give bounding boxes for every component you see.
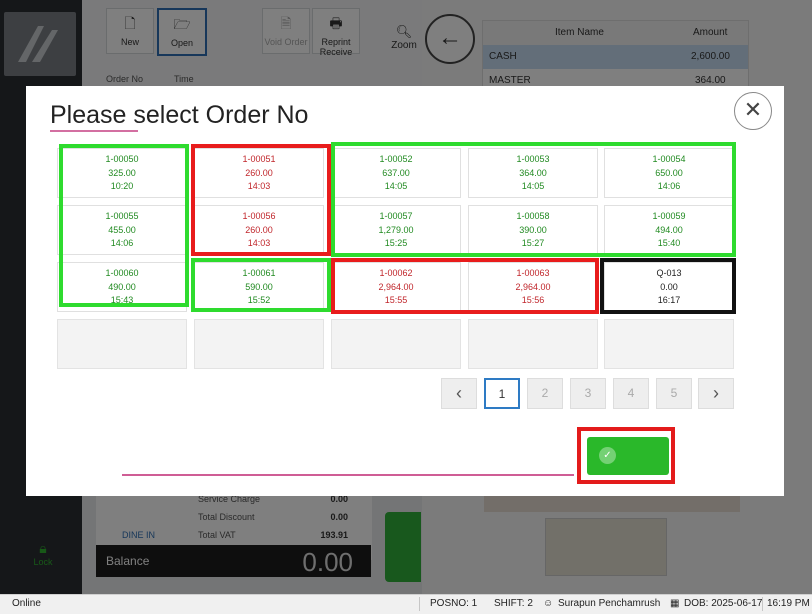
clock-time: 16:19 PM [767,598,810,609]
highlight-black-q013 [600,258,736,314]
page-button-2[interactable]: 2 [527,378,563,409]
divider [419,597,420,611]
highlight-red-col2 [191,144,331,256]
page-button-3[interactable]: 3 [570,378,606,409]
close-button[interactable]: ✕ [734,92,772,130]
empty-order-slot [194,319,324,369]
user-icon: ☺ [543,598,554,609]
title-underline [50,130,138,132]
next-page-button[interactable]: › [698,378,734,409]
confirm-button[interactable]: ✓ [587,437,669,475]
divider [762,597,763,611]
prev-page-button[interactable]: ‹ [441,378,477,409]
page-button-4[interactable]: 4 [613,378,649,409]
empty-order-slot [331,319,461,369]
shift-label: SHIFT: 2 [494,598,533,609]
empty-order-slot [57,319,187,369]
highlight-green-block [331,142,736,257]
status-online: Online [12,598,41,609]
page-button-5[interactable]: 5 [656,378,692,409]
highlight-green-61 [191,258,331,312]
highlight-green-col1 [59,144,189,307]
close-icon: ✕ [743,97,763,122]
empty-order-slot [604,319,734,369]
select-order-dialog: Please select Order No ✕ 1-00050 325.00 10… [26,86,784,496]
chevron-left-icon: ‹ [456,383,462,403]
dialog-title: Please select Order No [50,101,309,129]
page-button-1[interactable]: 1 [484,378,520,409]
dob-label: DOB: 2025-06-17 [684,598,763,609]
status-bar: Online POSNO: 1 SHIFT: 2 ☺ Surapun Pench… [0,594,812,614]
order-input-underline[interactable] [122,474,574,476]
calendar-icon: ▦ [670,598,680,609]
empty-order-slot [468,319,598,369]
check-circle-icon: ✓ [599,447,616,464]
posno-label: POSNO: 1 [430,598,478,609]
chevron-right-icon: › [713,383,719,403]
user-name: Surapun Penchamrush [558,598,661,609]
highlight-red-62-63 [331,258,599,314]
